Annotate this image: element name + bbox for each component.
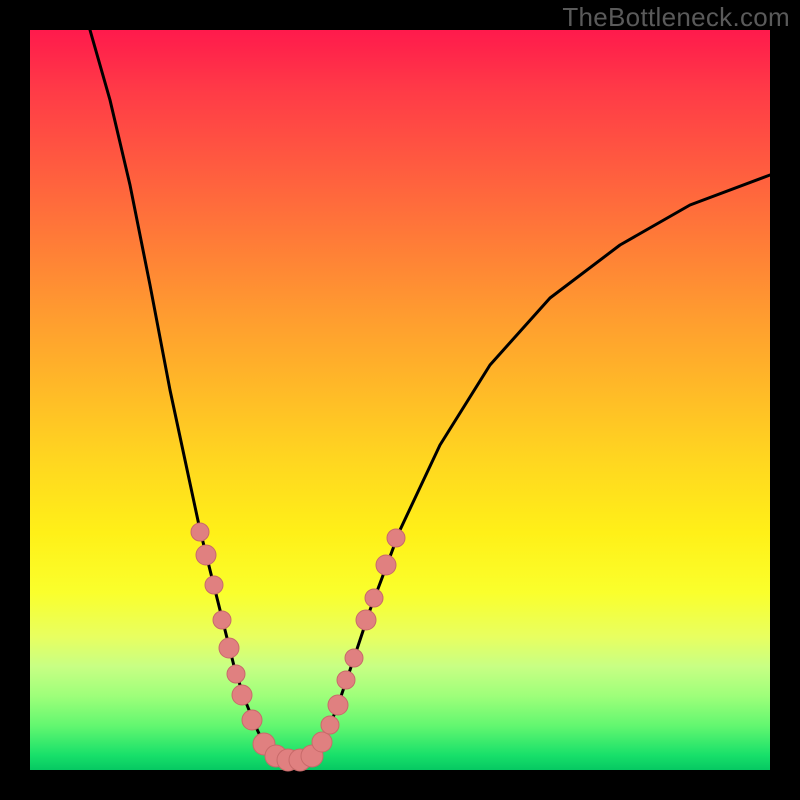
data-dot	[345, 649, 363, 667]
dots-group	[191, 523, 405, 771]
chart-svg	[30, 30, 770, 770]
data-dot	[219, 638, 239, 658]
brand-watermark: TheBottleneck.com	[562, 2, 790, 33]
data-dot	[232, 685, 252, 705]
data-dot	[356, 610, 376, 630]
data-dot	[312, 732, 332, 752]
data-dot	[376, 555, 396, 575]
data-dot	[227, 665, 245, 683]
bottleneck-curve	[90, 30, 770, 763]
chart-frame: TheBottleneck.com	[0, 0, 800, 800]
plot-area	[30, 30, 770, 770]
data-dot	[196, 545, 216, 565]
data-dot	[205, 576, 223, 594]
data-dot	[191, 523, 209, 541]
data-dot	[242, 710, 262, 730]
data-dot	[328, 695, 348, 715]
data-dot	[387, 529, 405, 547]
data-dot	[213, 611, 231, 629]
curve-group	[90, 30, 770, 763]
data-dot	[365, 589, 383, 607]
data-dot	[337, 671, 355, 689]
data-dot	[321, 716, 339, 734]
